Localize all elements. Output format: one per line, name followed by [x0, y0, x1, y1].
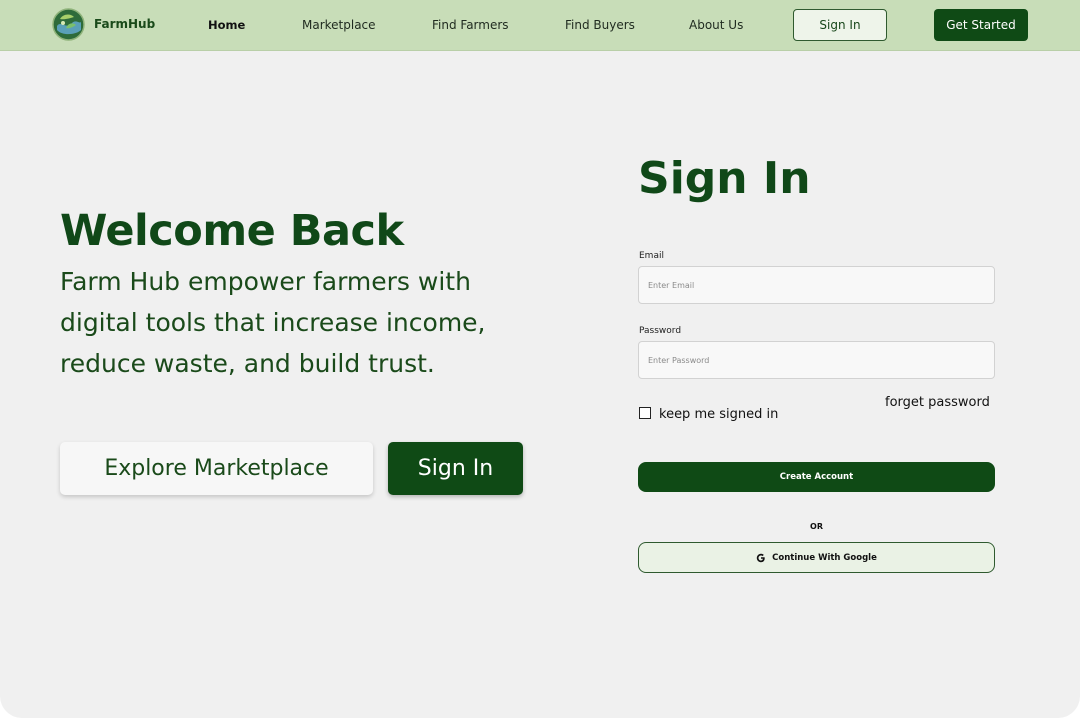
nav-signin-button[interactable]: Sign In [793, 9, 887, 41]
create-account-button[interactable]: Create Account [638, 462, 995, 492]
farmhub-logo-icon[interactable] [52, 8, 85, 41]
explore-marketplace-button[interactable]: Explore Marketplace [60, 442, 373, 495]
page-frame: FarmHub Home Marketplace Find Farmers Fi… [0, 0, 1080, 718]
nav-link-marketplace[interactable]: Marketplace [302, 18, 376, 32]
nav-link-find-farmers[interactable]: Find Farmers [432, 18, 509, 32]
keep-signed-in-label[interactable]: keep me signed in [659, 407, 778, 422]
hero-description: Farm Hub empower farmers with digital to… [60, 267, 486, 378]
top-navbar: FarmHub Home Marketplace Find Farmers Fi… [0, 0, 1080, 51]
google-button-label: Continue With Google [772, 552, 877, 563]
get-started-button[interactable]: Get Started [934, 9, 1028, 41]
password-field[interactable] [638, 341, 995, 379]
or-divider-text: OR [810, 522, 823, 531]
brand-name[interactable]: FarmHub [94, 17, 155, 31]
email-field[interactable] [638, 266, 995, 304]
nav-link-home[interactable]: Home [208, 18, 245, 32]
nav-link-about-us[interactable]: About Us [689, 18, 743, 32]
keep-signed-in-checkbox[interactable] [639, 407, 651, 419]
google-g-icon [756, 553, 766, 563]
forget-password-link[interactable]: forget password [885, 395, 990, 410]
password-label: Password [639, 326, 682, 336]
hero-signin-button[interactable]: Sign In [388, 442, 523, 495]
nav-link-find-buyers[interactable]: Find Buyers [565, 18, 635, 32]
continue-with-google-button[interactable]: Continue With Google [638, 542, 995, 573]
form-title: Sign In [638, 153, 811, 204]
email-label: Email [639, 251, 664, 261]
hero-title: Welcome Back [60, 206, 404, 256]
